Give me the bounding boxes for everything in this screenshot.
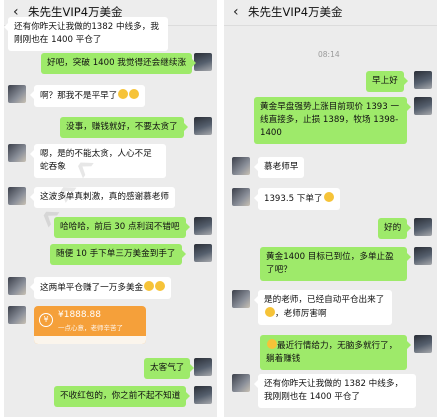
avatar[interactable] <box>414 247 432 265</box>
message-text: 1393.5 下单了 <box>264 194 323 204</box>
message-text: 啊？那我不是平早了 <box>40 91 118 101</box>
emoji-icon <box>155 281 166 291</box>
avatar[interactable] <box>8 144 26 162</box>
message-bubble: 好的 <box>378 218 412 239</box>
message-text: 黄金1400 目标已到位，多单止盈了吧？ <box>266 252 394 275</box>
message-text: 嗯，是的不能太贪，人心不足蛇吞象 <box>40 149 152 172</box>
avatar[interactable] <box>232 290 250 308</box>
message-text: 还有你昨天让我做的 1382 中线多，我刚刚也在 1400 平仓了 <box>264 379 404 402</box>
timestamp: 08:14 <box>318 50 340 59</box>
message-bubble: 随便 10 手下单三万美金到手了 <box>50 244 186 265</box>
chat-panel-right: ‹ 朱先生VIP4万美金 08:14 早上好 黄金早盘强势上涨目前现价 1393… <box>224 0 437 417</box>
avatar[interactable] <box>194 53 212 71</box>
message-bubble: 啊？那我不是平早了 <box>29 85 146 107</box>
message-text: ，老师厉害啊 <box>275 309 327 319</box>
message-bubble: 还有你昨天让我做的1382 中线多，我刚刚也在 1400 平仓了 <box>4 17 168 51</box>
red-packet-card[interactable]: ¥ ¥1888.88 一点心意，老师辛苦了 <box>34 306 146 344</box>
message-text: 这两单平仓赚了一万多美金 <box>40 283 144 293</box>
message-bubble: 这波多单真刺激，真的感谢慕老师 <box>30 187 175 208</box>
avatar[interactable] <box>414 335 432 353</box>
message-text: 好吧，突破 1400 我觉得还会继续涨 <box>47 58 187 68</box>
message-text: 太客气了 <box>150 363 185 373</box>
message-text: 没事，赚钱就好，不要太贪了 <box>66 122 178 132</box>
message-bubble: 太客气了 <box>144 358 195 379</box>
avatar[interactable] <box>8 277 26 295</box>
message-bubble: 嗯，是的不能太贪，人心不足蛇吞象 <box>30 144 166 178</box>
message-bubble: 慕老师早 <box>253 157 305 178</box>
message-text: 早上好 <box>372 76 398 86</box>
avatar[interactable] <box>414 218 432 236</box>
red-packet-amount: ¥1888.88 <box>58 310 101 320</box>
emoji-icon <box>265 307 275 317</box>
message-text: 不收红包的，你之前不起不知道 <box>60 391 181 401</box>
message-bubble: 不收红包的，你之前不起不知道 <box>54 386 191 407</box>
avatar[interactable] <box>8 85 26 103</box>
red-packet-subtitle: 一点心意，老师辛苦了 <box>58 324 123 332</box>
message-bubble: 还有你昨天让我做的 1382 中线多，我刚刚也在 1400 平仓了 <box>254 374 416 408</box>
emoji-icon <box>129 89 140 99</box>
message-text: 好的 <box>384 223 402 233</box>
message-text: 慕老师早 <box>264 162 299 172</box>
chat-title: 朱先生VIP4万美金 <box>248 5 343 19</box>
message-text: 还有你昨天让我做的1382 中线多，我刚刚也在 1400 平仓了 <box>14 22 159 45</box>
avatar[interactable] <box>194 117 212 135</box>
emoji-icon <box>323 192 334 202</box>
avatar[interactable] <box>194 386 212 404</box>
message-text: 是的老师，已经自动平仓出来了 <box>264 295 385 305</box>
message-bubble: 好吧，突破 1400 我觉得还会继续涨 <box>41 53 197 74</box>
message-bubble: 最近行情给力，无脑多就行了，躺着赚钱 <box>260 335 411 370</box>
message-bubble: 黄金早盘强势上涨目前现价 1393 一线直接多，止损 1389，牧场 1398-… <box>254 97 411 144</box>
chevron-left-icon[interactable]: ‹ <box>233 3 239 21</box>
chat-header: ‹ 朱先生VIP4万美金 <box>224 0 437 26</box>
avatar[interactable] <box>8 306 26 324</box>
red-packet-footer <box>34 336 146 344</box>
message-text: 随便 10 手下单三万美金到手了 <box>56 249 176 259</box>
message-text: 哈哈哈，前后 30 点利润不错吧 <box>60 222 180 232</box>
message-text: 最近行情给力，无脑多就行了，躺着赚钱 <box>266 341 398 364</box>
emoji-icon <box>267 339 277 349</box>
message-bubble: 哈哈哈，前后 30 点利润不错吧 <box>54 217 190 238</box>
chat-panel-left: ‹ 朱先生VIP4万美金 还有你昨天让我做的1382 中线多，我刚刚也在 140… <box>4 0 217 417</box>
message-bubble: 早上好 <box>366 71 408 92</box>
avatar[interactable] <box>232 374 250 392</box>
avatar[interactable] <box>414 97 432 115</box>
message-bubble: 是的老师，已经自动平仓出来了 ，老师厉害啊 <box>254 290 392 325</box>
message-bubble: 这两单平仓赚了一万多美金 <box>29 277 172 299</box>
message-bubble: 没事，赚钱就好，不要太贪了 <box>60 117 188 138</box>
avatar[interactable] <box>194 358 212 376</box>
emoji-icon <box>118 89 129 99</box>
avatar[interactable] <box>232 188 250 206</box>
avatar[interactable] <box>232 157 250 175</box>
red-packet-icon: ¥ <box>39 313 53 327</box>
message-text: 这波多单真刺激，真的感谢慕老师 <box>40 192 169 202</box>
message-bubble: 1393.5 下单了 <box>254 188 340 210</box>
emoji-icon <box>144 281 155 291</box>
avatar[interactable] <box>194 244 212 262</box>
avatar[interactable] <box>414 71 432 89</box>
avatar[interactable] <box>194 217 212 235</box>
message-bubble: 黄金1400 目标已到位，多单止盈了吧？ <box>260 247 411 281</box>
avatar[interactable] <box>8 187 26 205</box>
message-text: 黄金早盘强势上涨目前现价 1393 一线直接多，止损 1389，牧场 1398-… <box>260 102 400 138</box>
